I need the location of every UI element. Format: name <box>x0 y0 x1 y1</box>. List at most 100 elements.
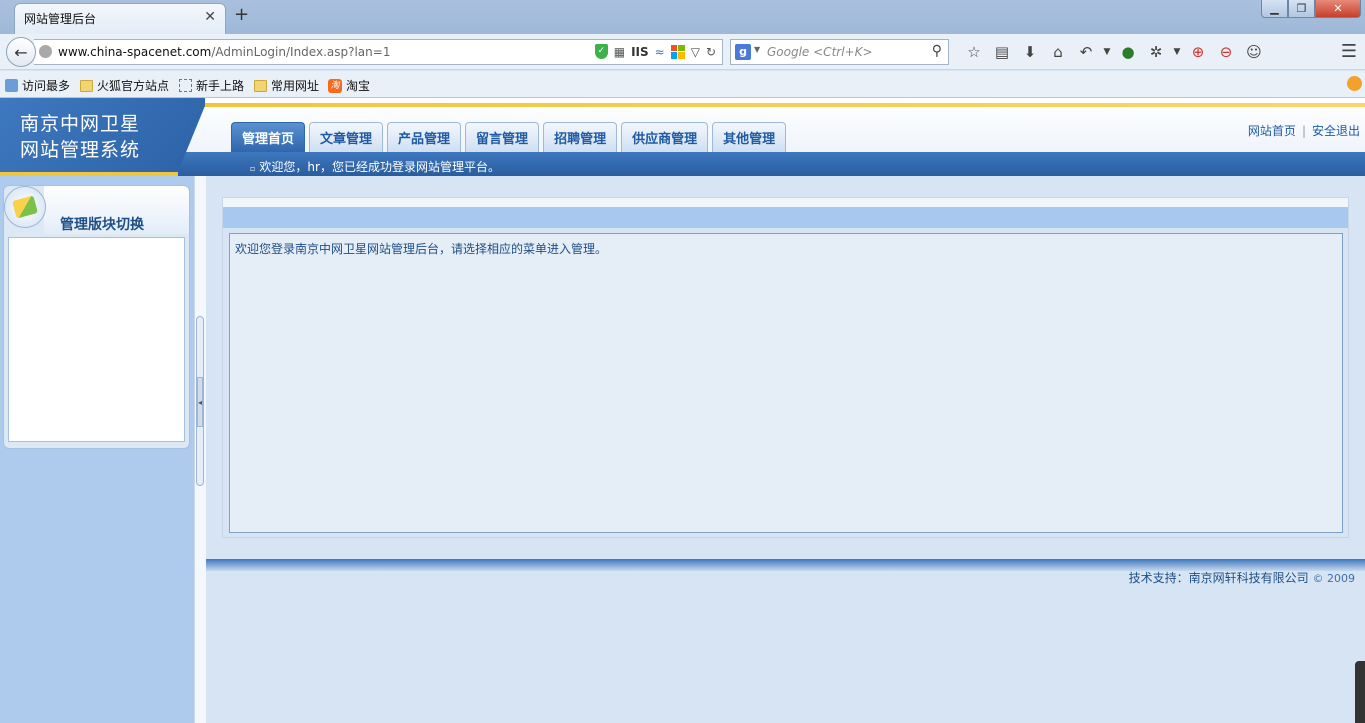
page-icon <box>179 79 192 92</box>
url-path: /AdminLogin/Index.asp?lan=1 <box>211 45 391 59</box>
footer-copyright: © 2009 <box>1312 572 1356 585</box>
bookmark-most-visited[interactable]: 访问最多 <box>5 77 70 94</box>
bookmark-label: 常用网址 <box>271 79 320 93</box>
tab-recruitment[interactable]: 招聘管理 <box>543 122 618 152</box>
url-bar-icons: ✓ ▦ IIS ≈ ▽ ↻ <box>594 44 716 59</box>
main-top-line <box>223 198 1348 207</box>
tab-suppliers[interactable]: 供应商管理 <box>621 122 709 152</box>
logo-line2: 网站管理系统 <box>20 139 141 161</box>
bookmark-star-icon[interactable]: ☆ <box>960 42 988 62</box>
window-controls: ▁ ❐ ✕ <box>1261 0 1361 19</box>
main-nav-tabs: 管理首页 文章管理 产品管理 留言管理 招聘管理 供应商管理 其他管理 <box>231 122 787 152</box>
tab-products[interactable]: 产品管理 <box>387 122 462 152</box>
browser-navbar: www.china-spacenet.com/AdminLogin/Index.… <box>0 34 1365 70</box>
smiley-icon[interactable]: ☺ <box>1240 42 1268 62</box>
sidebar-splitter[interactable]: ◂ <box>194 176 206 723</box>
header-links: 网站首页 | 安全退出 <box>1248 122 1360 139</box>
dropdown-arrow-icon[interactable]: ▽ <box>691 45 700 59</box>
close-window-icon[interactable]: ✕ <box>1315 0 1361 18</box>
footer-label: 技术支持： <box>1128 571 1189 585</box>
bookmark-label: 火狐官方站点 <box>97 79 170 93</box>
bullet-icon: ▫ <box>250 164 256 173</box>
hamburger-menu-icon[interactable]: ☰ <box>1341 41 1357 62</box>
most-visited-icon <box>5 79 18 92</box>
search-engine-dropdown-icon[interactable]: ▼ <box>754 45 760 54</box>
sidebar-menu-area <box>8 237 185 442</box>
shield-icon[interactable]: ✓ <box>594 44 608 59</box>
url-bar[interactable]: www.china-spacenet.com/AdminLogin/Index.… <box>34 39 723 65</box>
bookmark-label: 淘宝 <box>346 79 371 93</box>
main-content-frame: 欢迎您登录南京中网卫星网站管理后台，请选择相应的菜单进入管理。 <box>222 197 1349 538</box>
welcome-message: ▫ 欢迎您，hr，您已经成功登录网站管理平台。 <box>250 158 500 175</box>
undo-dropdown-icon[interactable]: ▼ <box>1100 42 1114 62</box>
addon-dropdown-icon[interactable]: ▼ <box>1170 42 1184 62</box>
addon-bug-icon[interactable]: ✲ <box>1142 42 1170 62</box>
bookmark-firefox-site[interactable]: 火狐官方站点 <box>80 77 169 94</box>
tab-articles[interactable]: 文章管理 <box>309 122 384 152</box>
main-title-bar <box>223 207 1348 228</box>
bookmark-label: 访问最多 <box>22 79 71 93</box>
tab-title: 网站管理后台 <box>24 12 97 26</box>
wave-icon: ≈ <box>654 44 665 59</box>
search-icon[interactable]: ⚲ <box>932 43 942 59</box>
new-tab-icon[interactable]: + <box>234 4 249 25</box>
windows-logo-icon <box>670 44 685 59</box>
link-separator: | <box>1301 124 1306 138</box>
site-logo: 南京中网卫星 网站管理系统 <box>20 111 140 163</box>
splitter-handle[interactable]: ◂ <box>196 316 204 486</box>
iis-badge: IIS <box>631 44 649 59</box>
tab-messages[interactable]: 留言管理 <box>465 122 540 152</box>
folder-icon <box>80 79 93 92</box>
sidebar: 管理版块切换 <box>0 176 194 723</box>
zoom-out-icon[interactable]: ⊖ <box>1212 42 1240 62</box>
browser-titlebar: 网站管理后台 ✕ + ▁ ❐ ✕ <box>0 0 1365 34</box>
page-header: 南京中网卫星 网站管理系统 管理首页 文章管理 产品管理 留言管理 招聘管理 供… <box>0 98 1365 176</box>
qr-code-icon[interactable]: ▦ <box>614 45 625 59</box>
bookmark-taobao[interactable]: 淘淘宝 <box>328 77 370 94</box>
url-host: www.china-spacenet.com <box>58 45 212 59</box>
main-welcome-message: 欢迎您登录南京中网卫星网站管理后台，请选择相应的菜单进入管理。 <box>235 242 608 256</box>
tab-admin-home[interactable]: 管理首页 <box>231 122 306 152</box>
search-input[interactable]: Google <Ctrl+K> <box>767 45 873 59</box>
welcome-text: 欢迎您，hr，您已经成功登录网站管理平台。 <box>259 160 500 174</box>
site-home-link[interactable]: 网站首页 <box>1248 124 1296 138</box>
bookmark-getting-started[interactable]: 新手上路 <box>179 77 244 94</box>
logo-line1: 南京中网卫星 <box>20 113 141 135</box>
addon-orange-icon[interactable] <box>1347 76 1362 91</box>
sidebar-title: 管理版块切换 <box>60 217 144 233</box>
back-button[interactable]: ← <box>6 37 36 67</box>
browser-tab[interactable]: 网站管理后台 ✕ <box>14 3 226 34</box>
header-gold-stripe <box>200 103 1365 107</box>
admin-page: 南京中网卫星 网站管理系统 管理首页 文章管理 产品管理 留言管理 招聘管理 供… <box>0 98 1365 723</box>
tab-other[interactable]: 其他管理 <box>712 122 787 152</box>
logout-link[interactable]: 安全退出 <box>1312 124 1360 138</box>
minimize-icon[interactable]: ▁ <box>1261 0 1288 18</box>
url-text[interactable]: www.china-spacenet.com/AdminLogin/Index.… <box>58 45 390 59</box>
bookmark-common-sites[interactable]: 常用网址 <box>254 77 319 94</box>
tab-close-icon[interactable]: ✕ <box>204 9 216 25</box>
undo-icon[interactable]: ↶ <box>1072 42 1100 62</box>
zoom-in-icon[interactable]: ⊕ <box>1184 42 1212 62</box>
folder-icon <box>254 79 267 92</box>
sidebar-panel: 管理版块切换 <box>3 185 190 449</box>
arrow-left-icon: ← <box>14 42 28 62</box>
browser-toolbar: ☆ ▤ ⬇ ⌂ ↶ ▼ ● ✲ ▼ ⊕ ⊖ ☺ <box>960 42 1268 62</box>
footer: 技术支持：南京网轩科技有限公司 © 2009 <box>1129 569 1355 586</box>
main-content-box: 欢迎您登录南京中网卫星网站管理后台，请选择相应的菜单进入管理。 <box>229 233 1343 533</box>
home-icon[interactable]: ⌂ <box>1044 42 1072 62</box>
globe-icon <box>39 45 52 58</box>
taobao-icon: 淘 <box>328 78 342 93</box>
bookmarks-bar: 访问最多 火狐官方站点 新手上路 常用网址 淘淘宝 <box>0 71 1365 98</box>
reload-icon[interactable]: ↻ <box>706 45 716 59</box>
download-icon[interactable]: ⬇ <box>1016 42 1044 62</box>
addon-green-icon[interactable]: ● <box>1114 42 1142 62</box>
reading-list-icon[interactable]: ▤ <box>988 42 1016 62</box>
footer-company-link[interactable]: 南京网轩科技有限公司 <box>1189 571 1309 585</box>
restore-icon[interactable]: ❐ <box>1288 0 1315 18</box>
cube-icon <box>4 186 46 228</box>
bookmark-label: 新手上路 <box>196 79 245 93</box>
search-bar[interactable]: g ▼ Google <Ctrl+K> ⚲ <box>730 39 949 65</box>
collapse-arrow-icon[interactable]: ◂ <box>197 377 203 427</box>
scrollbar-thumb[interactable] <box>1355 661 1365 723</box>
google-icon[interactable]: g <box>735 44 751 60</box>
